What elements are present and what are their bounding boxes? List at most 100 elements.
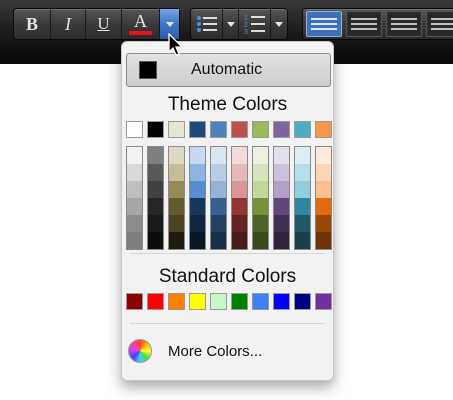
theme-shade-swatch[interactable] bbox=[232, 164, 247, 181]
theme-shade-swatch[interactable] bbox=[190, 164, 205, 181]
theme-shade-swatch[interactable] bbox=[148, 232, 163, 249]
theme-shade-swatch[interactable] bbox=[316, 147, 331, 164]
theme-shade-swatch[interactable] bbox=[274, 198, 289, 215]
theme-shade-swatch[interactable] bbox=[316, 181, 331, 198]
style-thumb[interactable] bbox=[426, 11, 453, 37]
style-thumb[interactable] bbox=[346, 11, 382, 37]
svg-text:1: 1 bbox=[244, 15, 248, 22]
theme-shade-swatch[interactable] bbox=[169, 232, 184, 249]
theme-color-swatch[interactable] bbox=[126, 121, 143, 138]
theme-shade-swatch[interactable] bbox=[274, 232, 289, 249]
standard-color-swatch[interactable] bbox=[294, 293, 311, 310]
theme-color-swatch[interactable] bbox=[231, 121, 248, 138]
theme-shade-swatch[interactable] bbox=[232, 147, 247, 164]
theme-shade-swatch[interactable] bbox=[253, 232, 268, 249]
theme-shade-swatch[interactable] bbox=[253, 147, 268, 164]
theme-shade-swatch[interactable] bbox=[190, 181, 205, 198]
theme-shade-swatch[interactable] bbox=[211, 215, 226, 232]
theme-shade-swatch[interactable] bbox=[169, 147, 184, 164]
numbered-list-dropdown-button[interactable] bbox=[271, 9, 287, 39]
theme-shade-swatch[interactable] bbox=[253, 198, 268, 215]
theme-shade-swatch[interactable] bbox=[295, 232, 310, 249]
theme-color-swatch[interactable] bbox=[168, 121, 185, 138]
theme-shade-swatch[interactable] bbox=[127, 198, 142, 215]
automatic-color-button[interactable]: Automatic bbox=[126, 53, 331, 87]
theme-shade-swatch[interactable] bbox=[316, 198, 331, 215]
theme-shade-swatch[interactable] bbox=[274, 147, 289, 164]
theme-shade-swatch[interactable] bbox=[211, 181, 226, 198]
style-thumb[interactable] bbox=[306, 11, 342, 37]
theme-color-swatch[interactable] bbox=[210, 121, 227, 138]
theme-shade-swatch[interactable] bbox=[295, 181, 310, 198]
theme-shade-swatch[interactable] bbox=[190, 147, 205, 164]
theme-shade-swatch[interactable] bbox=[232, 215, 247, 232]
theme-shade-swatch[interactable] bbox=[127, 164, 142, 181]
theme-shade-swatch[interactable] bbox=[169, 164, 184, 181]
theme-shade-column bbox=[168, 146, 185, 250]
text-format-group: B I U A bbox=[13, 8, 180, 40]
bullet-list-dropdown-button[interactable] bbox=[223, 9, 239, 39]
theme-shade-swatch[interactable] bbox=[211, 164, 226, 181]
theme-shade-swatch[interactable] bbox=[211, 198, 226, 215]
standard-color-swatch[interactable] bbox=[210, 293, 227, 310]
theme-shade-column bbox=[294, 146, 311, 250]
standard-color-swatch[interactable] bbox=[126, 293, 143, 310]
theme-shade-swatch[interactable] bbox=[253, 181, 268, 198]
more-colors-item[interactable]: More Colors... bbox=[128, 339, 262, 363]
theme-shade-swatch[interactable] bbox=[190, 215, 205, 232]
bold-button[interactable]: B bbox=[14, 9, 51, 39]
theme-shade-swatch[interactable] bbox=[232, 232, 247, 249]
font-color-button[interactable]: A bbox=[122, 9, 160, 39]
theme-color-swatch[interactable] bbox=[252, 121, 269, 138]
theme-color-swatch[interactable] bbox=[189, 121, 206, 138]
theme-shade-swatch[interactable] bbox=[295, 215, 310, 232]
theme-shade-swatch[interactable] bbox=[295, 164, 310, 181]
bullet-list-icon bbox=[196, 16, 217, 32]
style-thumb[interactable] bbox=[386, 11, 422, 37]
standard-color-swatch[interactable] bbox=[231, 293, 248, 310]
theme-shade-swatch[interactable] bbox=[190, 232, 205, 249]
theme-shade-swatch[interactable] bbox=[148, 198, 163, 215]
theme-shade-swatch[interactable] bbox=[232, 198, 247, 215]
theme-shade-swatch[interactable] bbox=[169, 215, 184, 232]
numbered-list-button[interactable]: 1 2 3 bbox=[239, 9, 271, 39]
italic-button[interactable]: I bbox=[51, 9, 86, 39]
theme-shade-swatch[interactable] bbox=[253, 164, 268, 181]
theme-shade-swatch[interactable] bbox=[274, 181, 289, 198]
theme-shade-swatch[interactable] bbox=[316, 164, 331, 181]
theme-shade-swatch[interactable] bbox=[169, 198, 184, 215]
theme-shade-swatch[interactable] bbox=[127, 215, 142, 232]
theme-color-swatch[interactable] bbox=[273, 121, 290, 138]
underline-button[interactable]: U bbox=[86, 9, 122, 39]
theme-color-swatch[interactable] bbox=[147, 121, 164, 138]
theme-shade-swatch[interactable] bbox=[127, 232, 142, 249]
theme-shade-swatch[interactable] bbox=[316, 232, 331, 249]
standard-colors-title: Standard Colors bbox=[158, 266, 297, 287]
theme-shade-swatch[interactable] bbox=[148, 181, 163, 198]
theme-shade-swatch[interactable] bbox=[274, 164, 289, 181]
theme-shade-swatch[interactable] bbox=[316, 215, 331, 232]
theme-shade-swatch[interactable] bbox=[127, 147, 142, 164]
standard-color-swatch[interactable] bbox=[147, 293, 164, 310]
standard-color-swatch[interactable] bbox=[189, 293, 206, 310]
theme-shade-swatch[interactable] bbox=[295, 198, 310, 215]
theme-shade-swatch[interactable] bbox=[274, 215, 289, 232]
standard-color-swatch[interactable] bbox=[273, 293, 290, 310]
theme-color-swatch[interactable] bbox=[315, 121, 332, 138]
standard-color-swatch[interactable] bbox=[168, 293, 185, 310]
theme-shade-swatch[interactable] bbox=[148, 215, 163, 232]
standard-color-swatch[interactable] bbox=[315, 293, 332, 310]
standard-color-swatch[interactable] bbox=[252, 293, 269, 310]
theme-shade-swatch[interactable] bbox=[211, 232, 226, 249]
theme-shade-swatch[interactable] bbox=[148, 147, 163, 164]
theme-shade-swatch[interactable] bbox=[127, 181, 142, 198]
theme-shade-swatch[interactable] bbox=[190, 198, 205, 215]
theme-shade-swatch[interactable] bbox=[211, 147, 226, 164]
theme-color-swatch[interactable] bbox=[294, 121, 311, 138]
bullet-list-button[interactable] bbox=[191, 9, 223, 39]
theme-shade-swatch[interactable] bbox=[169, 181, 184, 198]
theme-shade-swatch[interactable] bbox=[148, 164, 163, 181]
theme-shade-swatch[interactable] bbox=[232, 181, 247, 198]
theme-shade-swatch[interactable] bbox=[295, 147, 310, 164]
theme-shade-swatch[interactable] bbox=[253, 215, 268, 232]
